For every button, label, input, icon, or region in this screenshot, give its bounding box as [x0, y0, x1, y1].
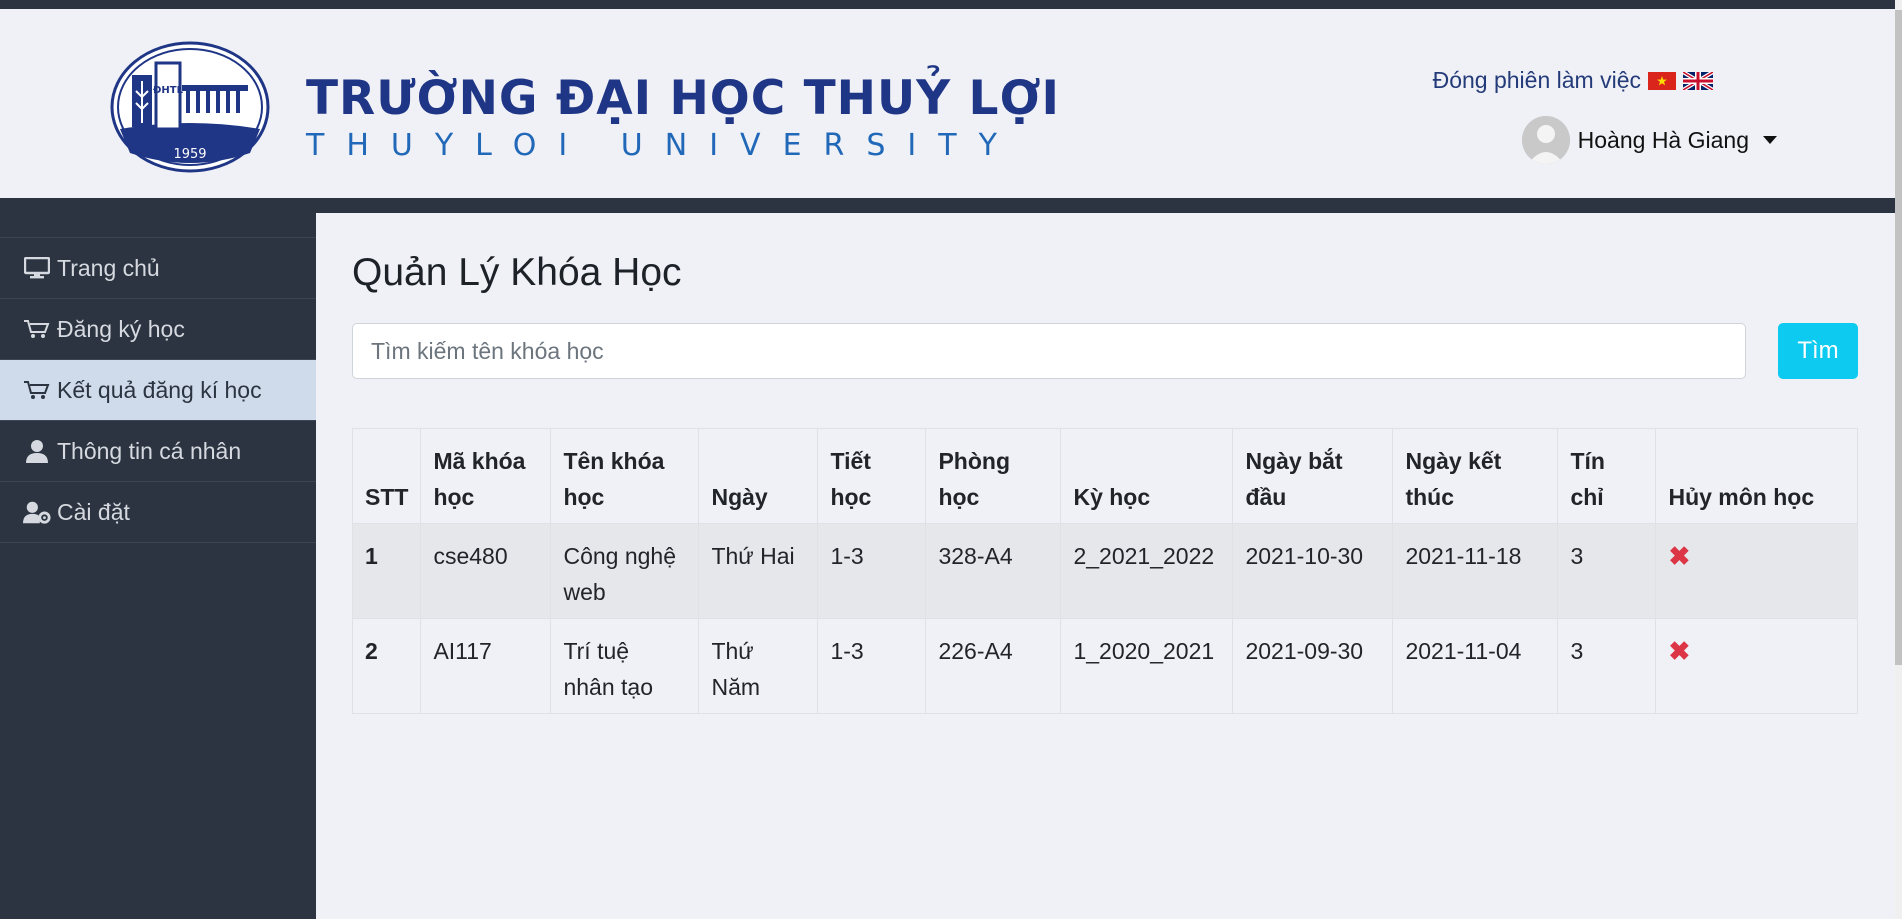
cell-day: Thứ Hai	[698, 523, 819, 619]
cell-stt: 2	[351, 618, 422, 714]
cart-icon	[23, 377, 51, 403]
cell-periods: 1-3	[817, 523, 927, 619]
university-name-vn: TRƯỜNG ĐẠI HỌC THUỶ LỢI	[306, 71, 1061, 126]
cell-cancel: ✖	[1655, 618, 1858, 714]
page-title: Quản Lý Khóa Học	[352, 251, 682, 294]
logout-label: Đóng phiên làm việc	[1432, 67, 1641, 93]
column-header: Kỳ học	[1060, 428, 1234, 524]
user-name: Hoàng Hà Giang	[1577, 126, 1749, 153]
sidebar: Trang chủ Đăng ký học Kết quả đăng kí họ…	[0, 213, 316, 919]
chevron-down-icon	[1763, 136, 1777, 144]
uk-flag-icon[interactable]	[1683, 71, 1713, 90]
sidebar-item-registration-results[interactable]: Kết quả đăng kí học	[0, 360, 316, 421]
sidebar-item-label: Đăng ký học	[57, 315, 185, 342]
svg-text:1959: 1959	[173, 147, 206, 162]
column-header: Ngày bắt đầu	[1232, 428, 1394, 524]
cell-start-date: 2021-10-30	[1232, 523, 1394, 619]
column-header: Tín chỉ	[1557, 428, 1657, 524]
university-logo[interactable]: 1959 ĐHTL	[110, 41, 270, 173]
sidebar-item-home[interactable]: Trang chủ	[0, 238, 316, 299]
column-header: Ngày	[698, 428, 819, 524]
sidebar-item-course-registration[interactable]: Đăng ký học	[0, 299, 316, 360]
table-row: 2 AI117 Trí tuệ nhân tạo Thứ Năm 1-3 226…	[351, 618, 1858, 714]
site-header: 1959 ĐHTL TRƯỜNG ĐẠI HỌC THUỶ LỢI THUYLO…	[0, 9, 1895, 198]
cell-room: 226-A4	[925, 618, 1062, 714]
column-header: Tên khóa học	[550, 428, 700, 524]
cell-credits: 3	[1557, 523, 1657, 619]
cell-course-name: Trí tuệ nhân tạo	[550, 618, 700, 714]
search-input[interactable]	[352, 323, 1746, 379]
cell-credits: 3	[1557, 618, 1657, 714]
cell-end-date: 2021-11-18	[1392, 523, 1559, 619]
column-header: Hủy môn học	[1655, 428, 1858, 524]
sidebar-item-settings[interactable]: Cài đặt	[0, 482, 316, 543]
cell-stt: 1	[351, 523, 422, 619]
cell-course-code: AI117	[420, 618, 552, 714]
header-bottom-bar	[0, 198, 1895, 213]
user-menu[interactable]: Hoàng Hà Giang	[1521, 116, 1777, 164]
vietnam-flag-icon[interactable]	[1648, 71, 1676, 90]
svg-text:ĐHTL: ĐHTL	[153, 85, 184, 96]
table-row: 1 cse480 Công nghệ web Thứ Hai 1-3 328-A…	[351, 523, 1858, 619]
cell-day: Thứ Năm	[698, 618, 819, 714]
cell-room: 328-A4	[925, 523, 1062, 619]
cart-icon	[23, 316, 51, 342]
column-header: Tiết học	[817, 428, 927, 524]
delete-x-icon[interactable]: ✖	[1668, 636, 1690, 666]
main-content: Quản Lý Khóa Học Tìm STT Mã khóa học Tên…	[316, 213, 1895, 919]
cell-course-name: Công nghệ web	[550, 523, 700, 619]
sidebar-item-label: Kết quả đăng kí học	[57, 376, 262, 403]
cell-course-code: cse480	[420, 523, 552, 619]
cell-start-date: 2021-09-30	[1232, 618, 1394, 714]
top-strip	[0, 0, 1902, 9]
page-scrollbar[interactable]	[1895, 0, 1902, 919]
sidebar-item-label: Trang chủ	[57, 254, 160, 281]
sidebar-item-profile[interactable]: Thông tin cá nhân	[0, 421, 316, 482]
column-header: Phòng học	[925, 428, 1062, 524]
cell-end-date: 2021-11-04	[1392, 618, 1559, 714]
user-icon	[23, 438, 51, 464]
cell-periods: 1-3	[817, 618, 927, 714]
sidebar-item-label: Cài đặt	[57, 498, 130, 525]
courses-table: STT Mã khóa học Tên khóa học Ngày Tiết h…	[351, 428, 1858, 714]
cell-cancel: ✖	[1655, 523, 1858, 619]
user-gear-icon	[23, 499, 51, 525]
avatar	[1521, 116, 1570, 164]
monitor-icon	[23, 255, 51, 281]
logout-link[interactable]: Đóng phiên làm việc	[1433, 67, 1713, 94]
university-name-en: THUYLOI UNIVERSITY	[306, 128, 1019, 163]
scrollbar-thumb[interactable]	[1895, 10, 1902, 665]
search-button[interactable]: Tìm	[1778, 323, 1858, 379]
sidebar-item-label: Thông tin cá nhân	[57, 437, 242, 464]
cell-semester: 1_2020_2021	[1060, 618, 1234, 714]
table-header-row: STT Mã khóa học Tên khóa học Ngày Tiết h…	[351, 428, 1858, 524]
delete-x-icon[interactable]: ✖	[1668, 541, 1690, 571]
column-header: Ngày kết thúc	[1392, 428, 1559, 524]
cell-semester: 2_2021_2022	[1060, 523, 1234, 619]
column-header: STT	[351, 428, 422, 524]
column-header: Mã khóa học	[420, 428, 552, 524]
